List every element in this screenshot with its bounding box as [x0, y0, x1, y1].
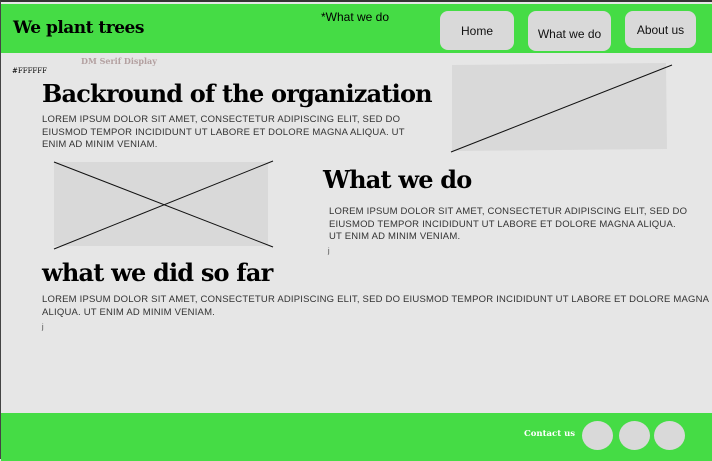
section-title-background: Backround of the organization [42, 79, 433, 108]
nav-about-us-button[interactable]: About us [625, 11, 696, 48]
section-body-so-far: Lorem ipsum dolor sit amet, consectetur … [42, 294, 709, 318]
social-icon[interactable] [619, 421, 650, 450]
text-cursor-mark: j [328, 248, 330, 255]
image-placeholder-top-right [450, 63, 673, 153]
section-body-what-we-do: Lorem ipsum dolor sit amet, consectetur … [329, 206, 688, 242]
section-body-background: Lorem ipsum dolor sit amet, consectetur … [42, 114, 405, 150]
text-cursor-mark: j [42, 324, 44, 331]
color-annotation: #FFFFFF [12, 67, 48, 75]
nav-note: *What we do [321, 10, 390, 24]
site-header: We plant trees *What we do Home What we … [1, 4, 712, 53]
contact-us-link[interactable]: Contact us [524, 429, 575, 439]
section-title-so-far: what we did so far [42, 258, 273, 287]
nav-what-we-do-button[interactable]: What we do [528, 11, 611, 51]
nav-home-button[interactable]: Home [440, 11, 514, 50]
social-icon[interactable] [654, 421, 685, 450]
section-title-what-we-do: What we do [323, 165, 472, 194]
site-logo[interactable]: We plant trees [13, 18, 144, 38]
image-placeholder-middle [53, 160, 274, 250]
site-footer: Contact us [1, 413, 712, 461]
font-annotation: DM Serif Display [81, 56, 157, 66]
social-icon[interactable] [582, 421, 613, 450]
